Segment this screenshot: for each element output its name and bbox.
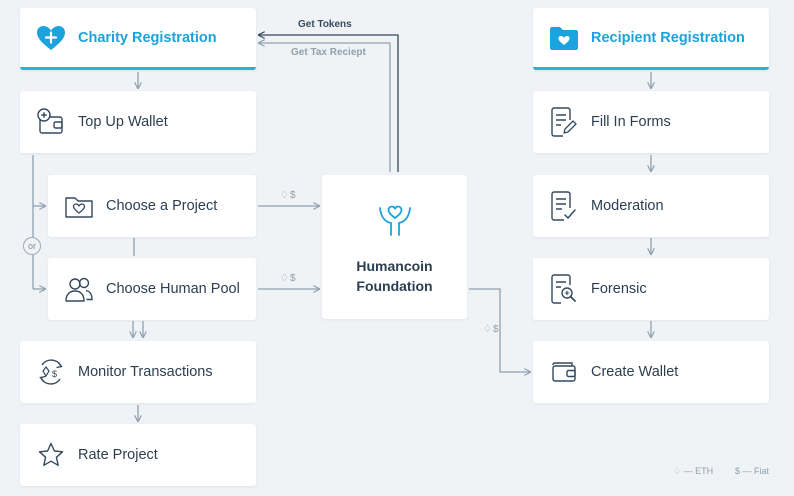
legend-eth: ♢ — ETH xyxy=(673,466,714,476)
monitor-transactions-label: Monitor Transactions xyxy=(78,364,213,380)
arrow-get-tax-receipt xyxy=(259,43,391,172)
create-wallet-card[interactable]: Create Wallet xyxy=(533,341,769,403)
recipient-registration-title: Recipient Registration xyxy=(591,29,745,46)
top-up-wallet-card[interactable]: Top Up Wallet xyxy=(20,91,256,153)
foundation-name: Humancoin Foundation xyxy=(356,257,433,294)
form-edit-icon xyxy=(549,107,579,137)
rate-project-card[interactable]: Rate Project xyxy=(20,424,256,486)
or-badge: or xyxy=(23,237,41,255)
wallet-plus-icon xyxy=(36,107,66,137)
rate-project-label: Rate Project xyxy=(78,447,158,463)
folder-heart-icon xyxy=(64,191,94,221)
document-check-icon xyxy=(549,191,579,221)
top-up-wallet-label: Top Up Wallet xyxy=(78,114,168,130)
humancoin-foundation-card[interactable]: Humancoin Foundation xyxy=(322,175,467,319)
choose-human-pool-card[interactable]: Choose Human Pool xyxy=(48,258,256,320)
svg-text:$: $ xyxy=(52,369,57,379)
folder-heart-filled-icon xyxy=(549,23,579,53)
users-icon xyxy=(64,274,94,304)
fill-in-forms-label: Fill In Forms xyxy=(591,114,671,130)
choose-project-card[interactable]: Choose a Project xyxy=(48,175,256,237)
choose-human-pool-label: Choose Human Pool xyxy=(106,281,240,297)
legend-fiat: $ — Fiat xyxy=(735,466,770,476)
fill-in-forms-card[interactable]: Fill In Forms xyxy=(533,91,769,153)
currency-label-wallet: ♢$ xyxy=(483,324,500,335)
currency-label-project: ♢$ xyxy=(280,190,297,201)
get-tokens-label: Get Tokens xyxy=(298,19,352,30)
choose-project-label: Choose a Project xyxy=(106,198,218,214)
heart-plus-icon xyxy=(36,23,66,53)
moderation-label: Moderation xyxy=(591,198,664,214)
document-search-icon xyxy=(549,274,579,304)
exchange-icon: $ xyxy=(36,357,66,387)
create-wallet-label: Create Wallet xyxy=(591,364,679,380)
star-icon xyxy=(36,440,66,470)
monitor-transactions-card[interactable]: $ Monitor Transactions xyxy=(20,341,256,403)
get-tax-receipt-label: Get Tax Reciept xyxy=(291,47,366,58)
forensic-label: Forensic xyxy=(591,281,647,297)
charity-registration-card[interactable]: Charity Registration xyxy=(20,8,256,70)
humancoin-logo-icon xyxy=(376,199,414,242)
wallet-icon xyxy=(549,357,579,387)
charity-registration-title: Charity Registration xyxy=(78,29,217,46)
currency-label-pool: ♢$ xyxy=(280,273,297,284)
moderation-card[interactable]: Moderation xyxy=(533,175,769,237)
forensic-card[interactable]: Forensic xyxy=(533,258,769,320)
recipient-registration-card[interactable]: Recipient Registration xyxy=(533,8,769,70)
